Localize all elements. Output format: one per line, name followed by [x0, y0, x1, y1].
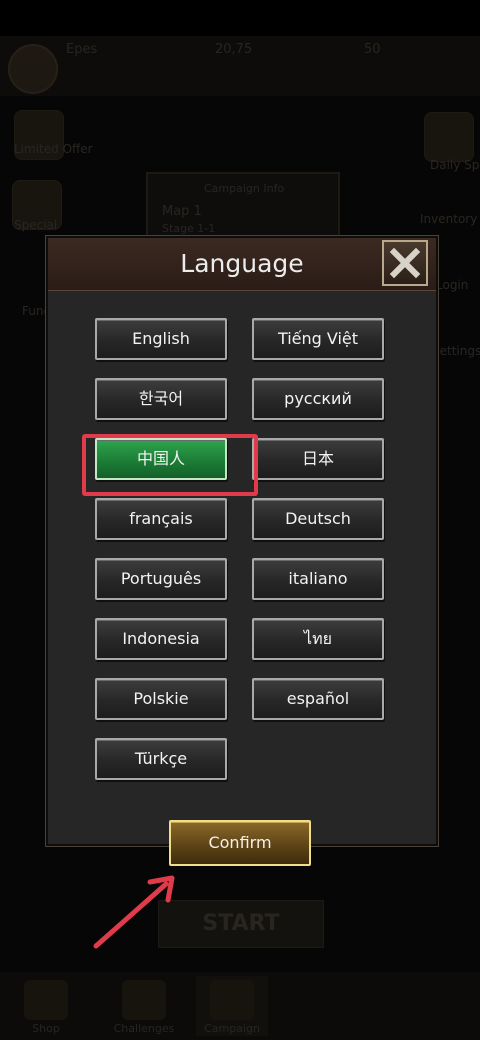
language-option-vietnamese[interactable]: Tiếng Việt [252, 318, 384, 360]
language-option-german[interactable]: Deutsch [252, 498, 384, 540]
language-option-thai[interactable]: ไทย [252, 618, 384, 660]
close-button[interactable] [382, 240, 428, 286]
language-option-korean[interactable]: 한국어 [95, 378, 227, 420]
language-option-indonesian[interactable]: Indonesia [95, 618, 227, 660]
confirm-button[interactable]: Confirm [169, 820, 311, 866]
language-option-spanish[interactable]: español [252, 678, 384, 720]
language-option-english[interactable]: English [95, 318, 227, 360]
dialog-title: Language [180, 249, 304, 278]
language-option-french[interactable]: français [95, 498, 227, 540]
close-x-icon [389, 247, 421, 279]
language-option-turkish[interactable]: Türkçe [95, 738, 227, 780]
language-option-portuguese[interactable]: Português [95, 558, 227, 600]
language-option-polish[interactable]: Polskie [95, 678, 227, 720]
language-option-italian[interactable]: italiano [252, 558, 384, 600]
language-option-russian[interactable]: русский [252, 378, 384, 420]
language-option-japanese[interactable]: 日本 [252, 438, 384, 480]
selection-highlight [82, 434, 258, 496]
